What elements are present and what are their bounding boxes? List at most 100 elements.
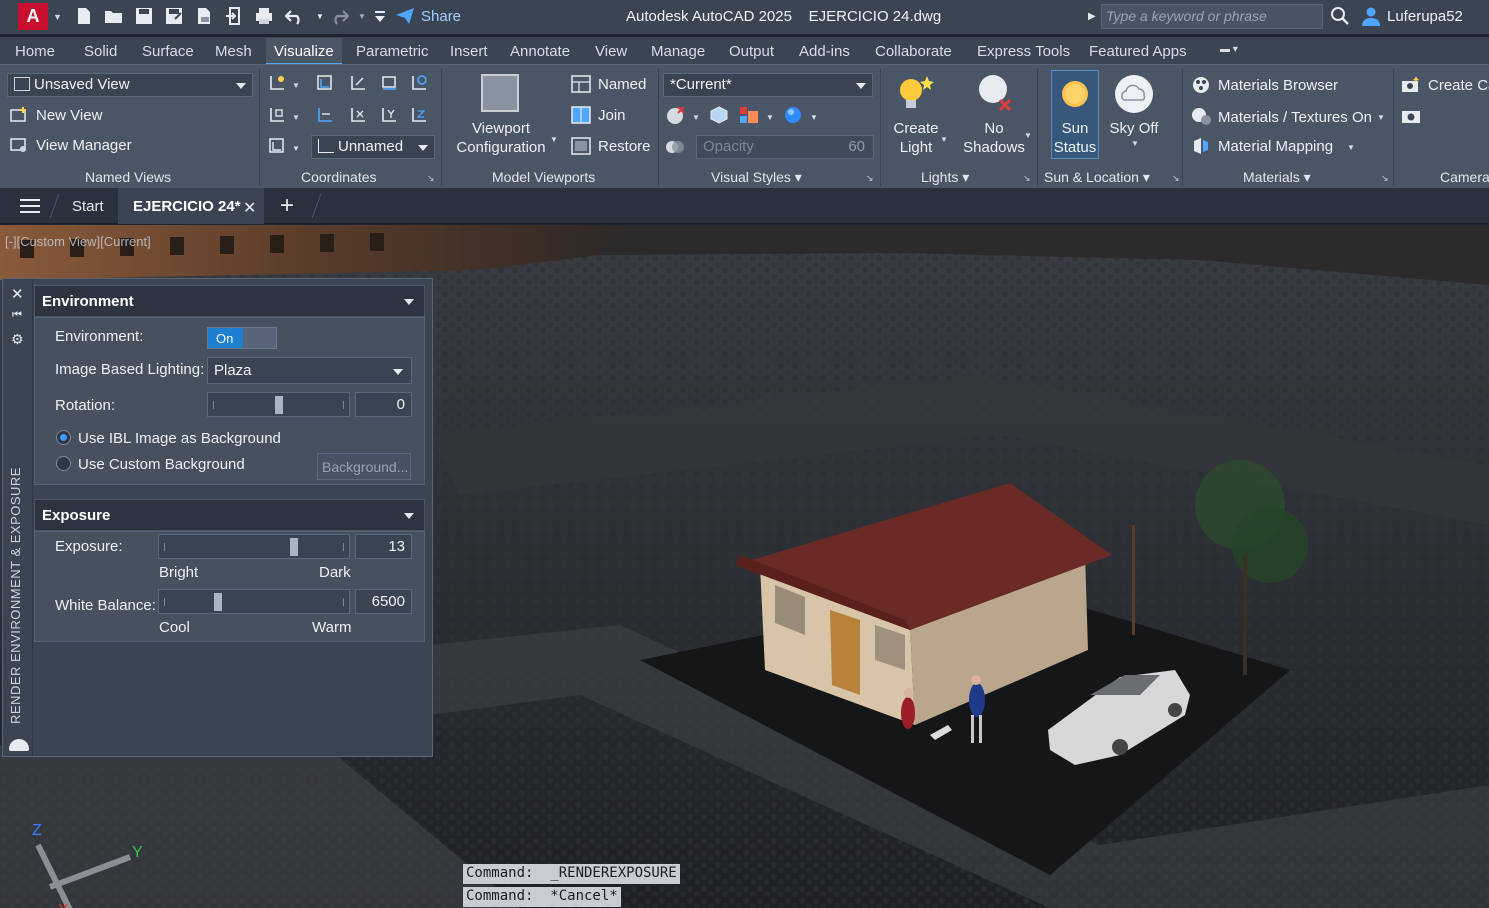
search-icon[interactable]: [1330, 6, 1350, 29]
app-menu-caret-icon[interactable]: ▼: [53, 12, 62, 22]
redo-caret-icon[interactable]: ▼: [352, 6, 372, 26]
tab-collaborate[interactable]: Collaborate: [875, 43, 952, 60]
visual-styles-launcher-icon[interactable]: ↘: [866, 173, 874, 184]
ucs-origin-icon[interactable]: [266, 105, 288, 125]
save-icon[interactable]: [134, 6, 154, 26]
undo-icon[interactable]: [285, 6, 305, 26]
materials-textures-icon: [1190, 106, 1212, 126]
customize-qat-icon[interactable]: [370, 6, 390, 26]
tab-featured-apps[interactable]: Featured Apps: [1089, 43, 1187, 60]
user-account[interactable]: Luferupa52: [1361, 6, 1463, 26]
tab-output[interactable]: Output: [729, 43, 774, 60]
redo-icon[interactable]: [329, 6, 349, 26]
ucs-world-icon[interactable]: [314, 73, 336, 93]
ucs-object-icon[interactable]: [408, 73, 430, 93]
exposure-slider-thumb[interactable]: [290, 538, 298, 556]
tab-express-tools[interactable]: Express Tools: [977, 43, 1070, 60]
ucs-x-icon[interactable]: [347, 105, 369, 125]
tab-start[interactable]: Start: [72, 198, 104, 215]
tab-annotate[interactable]: Annotate: [510, 43, 570, 60]
ucs-named-icon: [318, 139, 334, 153]
material-mapping-icon: [1190, 136, 1212, 156]
lights-panel-title[interactable]: Lights ▾: [921, 169, 969, 186]
opacity-slider[interactable]: Opacity 60: [696, 135, 874, 159]
lights-launcher-icon[interactable]: ↘: [1023, 173, 1031, 184]
ucs-named-dropdown[interactable]: Unnamed: [311, 135, 435, 159]
undo-caret-icon[interactable]: ▼: [310, 6, 330, 26]
environment-collapse-icon[interactable]: [404, 299, 414, 305]
tab-surface[interactable]: Surface: [142, 43, 194, 60]
plot-icon[interactable]: [254, 6, 274, 26]
ibl-dropdown[interactable]: Plaza: [207, 357, 412, 384]
sun-status-button[interactable]: Sun Status: [1051, 70, 1099, 159]
environment-toggle[interactable]: On: [207, 327, 277, 349]
sun-location-panel-title[interactable]: Sun & Location ▾: [1044, 169, 1150, 186]
visual-style-dropdown[interactable]: *Current*: [663, 73, 873, 97]
face-color-icon[interactable]: [738, 105, 760, 125]
save-as-icon[interactable]: [164, 6, 184, 26]
close-tab-icon[interactable]: ✕: [243, 198, 256, 218]
new-tab-icon[interactable]: +: [280, 192, 294, 220]
ucs-y-icon[interactable]: [378, 105, 400, 125]
background-button[interactable]: Background...: [317, 453, 411, 480]
white-balance-slider-thumb[interactable]: [214, 593, 222, 611]
materials-launcher-icon[interactable]: ↘: [1381, 173, 1389, 184]
exposure-collapse-icon[interactable]: [404, 513, 414, 519]
exposure-slider[interactable]: [158, 534, 350, 559]
open-file-icon[interactable]: [104, 6, 124, 26]
exposure-section-header[interactable]: Exposure: [34, 499, 425, 531]
export-icon[interactable]: [224, 6, 244, 26]
rotation-slider-thumb[interactable]: [275, 396, 283, 414]
sun-location-launcher-icon[interactable]: ↘: [1172, 173, 1180, 184]
tab-manage[interactable]: Manage: [651, 43, 705, 60]
publish-icon[interactable]: [194, 6, 214, 26]
palette-autohide-icon[interactable]: ⏮: [12, 309, 22, 322]
opacity-label: Opacity: [703, 138, 754, 155]
tab-view[interactable]: View: [595, 43, 627, 60]
tab-insert[interactable]: Insert: [450, 43, 488, 60]
tab-mesh[interactable]: Mesh: [215, 43, 252, 60]
tab-home[interactable]: Home: [15, 43, 55, 60]
search-expand-icon[interactable]: ▶: [1088, 11, 1096, 22]
named-view-dropdown[interactable]: Unsaved View: [7, 73, 253, 97]
palette-title-strip[interactable]: ✕ ⏮ ⚙ RENDER ENVIRONMENT & EXPOSURE: [3, 279, 33, 756]
ucs-previous-icon[interactable]: [347, 73, 369, 93]
ucs-view-icon[interactable]: [314, 105, 336, 125]
ucs-icon-settings[interactable]: [266, 136, 288, 156]
ucs-z-icon[interactable]: [408, 105, 430, 125]
file-tabs-menu-icon[interactable]: [20, 199, 40, 213]
ucs-face-icon[interactable]: [378, 73, 400, 93]
use-custom-background-radio[interactable]: [56, 456, 71, 471]
palette-close-icon[interactable]: ✕: [11, 285, 24, 303]
app-menu-button[interactable]: A: [18, 3, 48, 30]
viewport-controls-label[interactable]: [-][Custom View][Current]: [5, 234, 151, 249]
new-view-icon: [8, 105, 30, 125]
tab-solid[interactable]: Solid: [84, 43, 117, 60]
shadow-display-icon[interactable]: [782, 105, 804, 125]
materials-panel-title[interactable]: Materials ▾: [1243, 169, 1311, 186]
x-ray-icon[interactable]: [708, 105, 730, 125]
ucs-icon[interactable]: [266, 73, 288, 93]
rotation-input[interactable]: 0: [355, 392, 412, 417]
palette-properties-icon[interactable]: ⚙: [11, 331, 24, 348]
ribbon-options-icon[interactable]: ▬ ▾: [1220, 44, 1254, 58]
new-file-icon[interactable]: [74, 6, 94, 26]
search-input[interactable]: Type a keyword or phrase: [1101, 4, 1323, 29]
white-balance-slider[interactable]: [158, 589, 350, 614]
opacity-toggle-icon[interactable]: [664, 137, 686, 157]
white-balance-input[interactable]: 6500: [355, 589, 412, 614]
visual-style-value: *Current*: [670, 76, 732, 93]
share-label: Share: [421, 7, 462, 25]
rotation-slider[interactable]: [207, 392, 350, 417]
environment-section-header[interactable]: Environment: [34, 285, 425, 317]
visual-styles-panel-title[interactable]: Visual Styles ▾: [711, 169, 802, 186]
tab-add-ins[interactable]: Add-ins: [799, 43, 850, 60]
tab-visualize[interactable]: Visualize: [266, 38, 342, 65]
use-ibl-background-radio[interactable]: [56, 430, 71, 445]
edge-effects-icon[interactable]: [664, 105, 686, 125]
tab-parametric[interactable]: Parametric: [356, 43, 429, 60]
share-button[interactable]: Share: [395, 7, 461, 25]
coordinates-launcher-icon[interactable]: ↘: [427, 173, 435, 184]
exposure-input[interactable]: 13: [355, 534, 412, 559]
camera-display-icon[interactable]: [1400, 106, 1422, 126]
